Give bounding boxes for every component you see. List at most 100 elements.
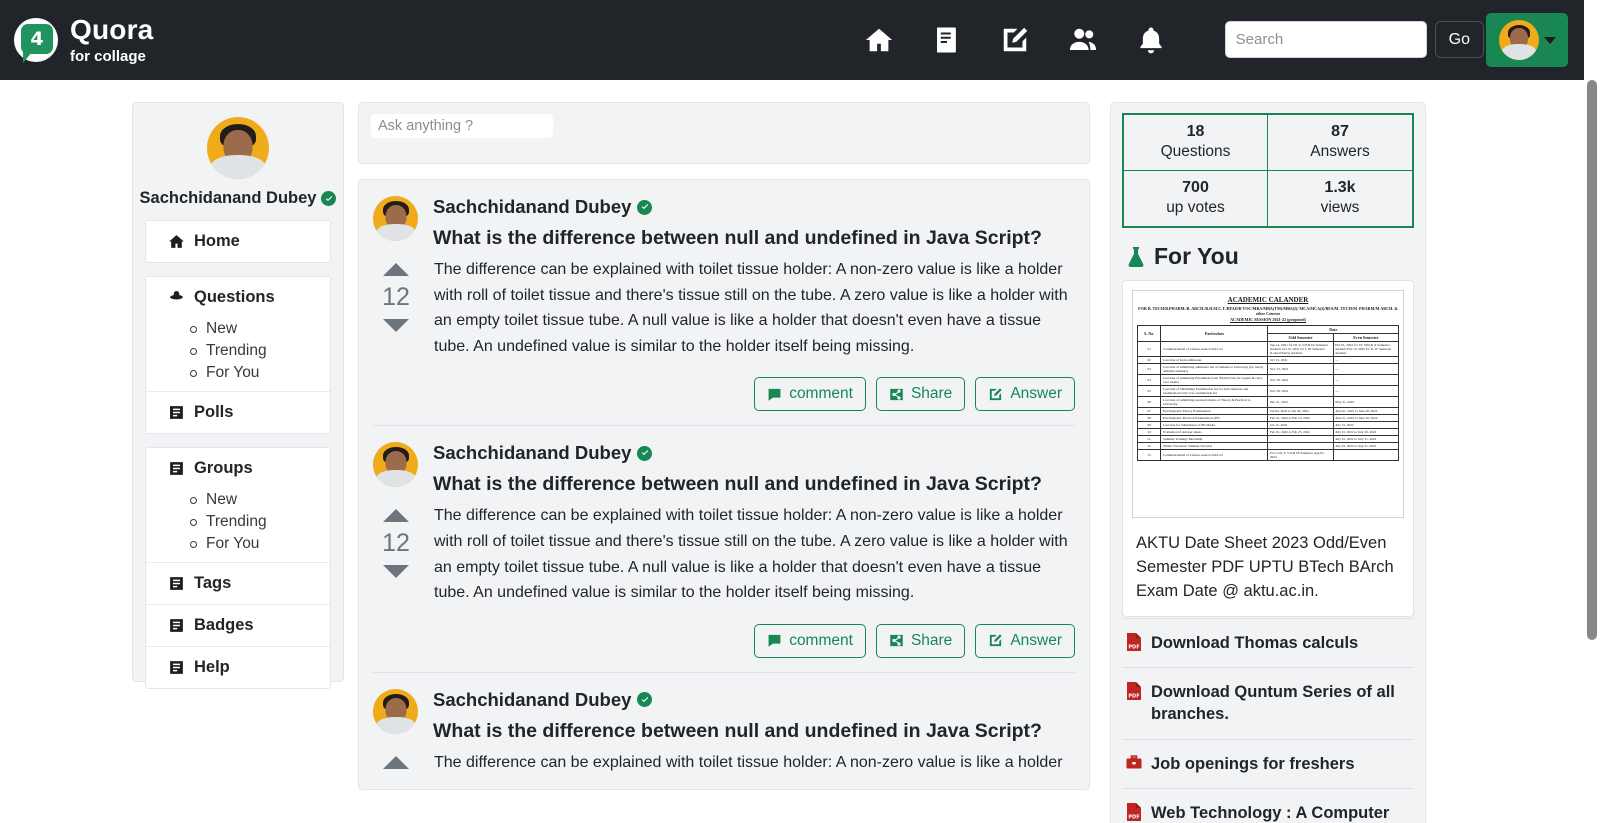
share-button[interactable]: Share (875, 623, 966, 658)
doc-table-row: 08 End Semester Practical Examination (PE… (1136, 414, 1400, 423)
scrollbar-thumb[interactable] (1587, 80, 1597, 640)
sidebar-subitems-questions: New Trending For You (146, 318, 330, 392)
go-button[interactable]: Go (1434, 21, 1484, 58)
sidebar-item-badges[interactable]: Badges (146, 605, 330, 647)
list-item-label: Job openings for freshers (1151, 754, 1355, 773)
doc-th: Particulars (1160, 325, 1269, 343)
stat-label: views (1320, 199, 1360, 216)
doc-table-row: 01 Commencement of Classes session 2021-2… (1136, 341, 1400, 358)
edit-icon[interactable] (981, 0, 1049, 80)
post-author-name[interactable]: Sachchidanand Dubey (433, 196, 631, 218)
comment-button[interactable]: comment (754, 623, 866, 658)
sidebar-subitem-groups-foryou[interactable]: For You (190, 533, 330, 555)
ask-input[interactable] (371, 114, 553, 138)
upvote-button[interactable] (383, 755, 409, 769)
sidebar-item-help[interactable]: Help (146, 647, 330, 688)
sidebar-subitem-label: For You (206, 535, 260, 552)
sidebar-subitem-questions-trending[interactable]: Trending (190, 340, 330, 362)
sidebar-profile[interactable]: Sachchidanand Dubey (140, 117, 337, 208)
post-author-name[interactable]: Sachchidanand Dubey (433, 442, 631, 464)
feed-column: Sachchidanand Dubey What is the differen… (358, 102, 1090, 791)
doc-table-cell: End Semester Theory Examination (1160, 407, 1269, 416)
sidebar-item-label: Polls (194, 403, 234, 421)
sidebar-item-polls[interactable]: Polls (146, 392, 330, 433)
vote-widget (373, 750, 419, 776)
stat-value: 18 (1186, 123, 1205, 140)
doc-table-cell: 05 (1136, 385, 1162, 398)
post-title[interactable]: What is the difference between null and … (433, 227, 1075, 250)
search-input[interactable] (1224, 21, 1427, 58)
doc-table-cell: 10 (1136, 428, 1162, 437)
doc-table-cell: July 01, 2022 to July 31, 2022 (1332, 435, 1400, 444)
share-icon (890, 635, 903, 647)
verified-badge-icon (637, 445, 653, 461)
sidebar-subitem-groups-new[interactable]: New (190, 489, 330, 511)
sidebar-item-groups[interactable]: Groups (146, 448, 330, 489)
bullet-icon (190, 369, 197, 377)
list-item[interactable]: PDF Download Thomas calculs (1122, 617, 1414, 667)
bell-icon[interactable] (1117, 0, 1185, 80)
list-icon (170, 577, 183, 590)
answer-button[interactable]: Answer (975, 623, 1075, 658)
list-item-label: Web Technology : A Computer (1151, 803, 1390, 822)
home-icon[interactable] (845, 0, 913, 80)
post-actions: comment Share Answer (434, 623, 1075, 658)
pdf-icon: PDF (1127, 802, 1141, 821)
downvote-button[interactable] (383, 319, 409, 332)
sidebar-item-label: Questions (194, 288, 275, 306)
stat-questions: 18 Questions (1124, 115, 1268, 171)
sidebar-item-tags[interactable]: Tags (146, 563, 330, 605)
ask-question-box (358, 102, 1090, 164)
page-scrollbar[interactable] (1584, 80, 1600, 823)
left-sidebar: Sachchidanand Dubey Home Questions New T… (132, 102, 344, 689)
share-button[interactable]: Share (875, 377, 966, 412)
bullet-icon (190, 540, 197, 548)
downvote-button[interactable] (383, 565, 409, 579)
post-card: Sachchidanand Dubey What is the differen… (373, 426, 1075, 673)
people-icon[interactable] (1049, 0, 1117, 80)
list-item[interactable]: PDF Download Quntum Series of all branch… (1122, 667, 1414, 739)
doc-table-cell: Last date of submitting Enrollment form … (1160, 374, 1269, 387)
doc-table-cell: July 01, 2022 to July 31, 2022 (1332, 442, 1400, 451)
upvote-button[interactable] (383, 509, 409, 523)
sidebar-subitem-groups-trending[interactable]: Trending (190, 511, 330, 533)
vote-widget: 12 (373, 257, 419, 411)
post-title[interactable]: What is the difference between null and … (433, 473, 1075, 496)
sidebar-item-home[interactable]: Home (146, 221, 330, 262)
list-icon (170, 406, 183, 419)
sidebar-subitem-questions-new[interactable]: New (190, 318, 330, 340)
doc-table-cell: Oct 15, 2021 (1267, 356, 1334, 365)
doc-table-cell: Nov 30, 2021 (1267, 385, 1334, 398)
answer-button[interactable]: Answer (975, 377, 1075, 412)
edit-icon (990, 388, 1002, 400)
sidebar-profile-name: Sachchidanand Dubey (140, 189, 337, 208)
promo-card[interactable]: ACADEMIC CALANDER FOR B. TECH/B.PHARM./B… (1122, 280, 1414, 617)
bullet-icon (190, 325, 197, 333)
book-icon[interactable] (913, 0, 981, 80)
doc-table-cell: Jan 15, 2022 (1267, 421, 1334, 430)
upvote-button[interactable] (383, 263, 409, 276)
avatar[interactable] (373, 442, 418, 488)
post-title[interactable]: What is the difference between null and … (433, 720, 1075, 743)
sidebar-item-questions[interactable]: Questions (146, 277, 330, 318)
doc-table-row: 06 Last date of submitting sessional mark… (1136, 396, 1400, 409)
brand-logo-link[interactable]: 4 Quora for collage (14, 16, 153, 64)
share-button-label: Share (910, 631, 953, 649)
sidebar-group-3: Groups New Trending For You Tags Badges … (145, 447, 331, 689)
stats-grid: 18 Questions 87 Answers 700 up votes 1.3… (1122, 113, 1414, 228)
comment-button[interactable]: comment (754, 377, 866, 412)
post-author-name[interactable]: Sachchidanand Dubey (433, 689, 631, 711)
list-item[interactable]: Job openings for freshers (1122, 738, 1414, 788)
doc-table-body: 01 Commencement of Classes session 2021-2… (1136, 341, 1400, 462)
profile-name-text: Sachchidanand Dubey (139, 189, 317, 207)
avatar[interactable] (373, 196, 418, 241)
avatar[interactable] (373, 688, 418, 734)
post-actions: comment Share Answer (434, 377, 1075, 412)
sidebar-subitem-questions-foryou[interactable]: For You (190, 362, 330, 384)
doc-table-cell: Commencement of Classes session 2021-22 (1160, 341, 1269, 358)
svg-text:PDF: PDF (1128, 694, 1139, 700)
doc-table-row: 05 Last date of Submitting Examination fe… (1136, 385, 1400, 398)
sidebar-item-label: Home (194, 232, 240, 250)
account-menu-button[interactable] (1486, 13, 1568, 67)
list-item[interactable]: PDF Web Technology : A Computer (1122, 787, 1414, 823)
